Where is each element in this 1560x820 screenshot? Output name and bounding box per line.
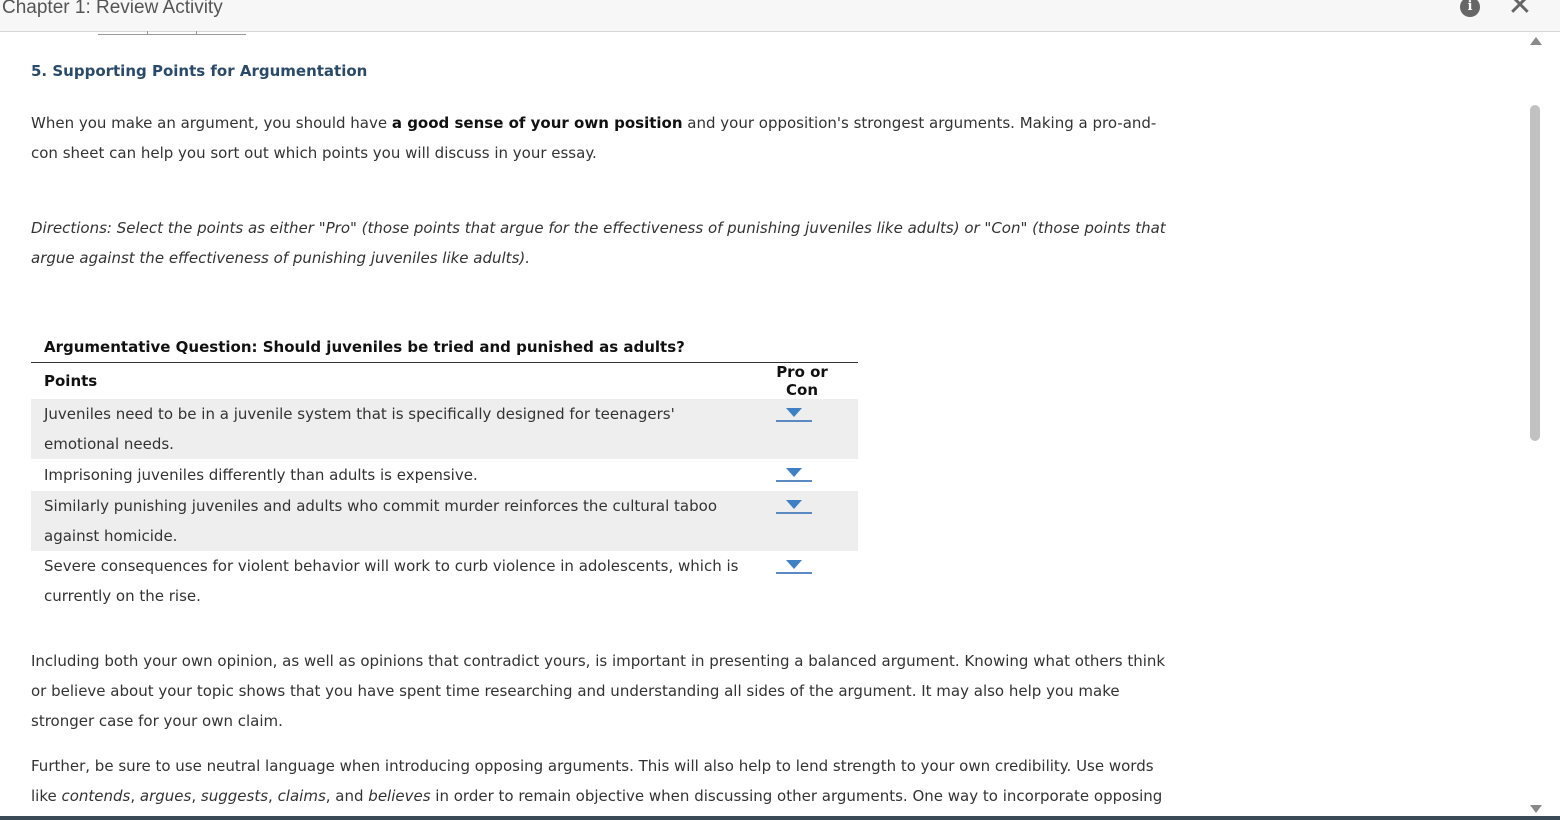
pro-con-table: Argumentative Question: Should juveniles… xyxy=(31,334,858,611)
table-row: Severe consequences for violent behavior… xyxy=(31,551,858,611)
pro-con-dropdown[interactable] xyxy=(776,464,812,482)
column-header-pro-or-con: Pro or Con xyxy=(776,363,828,399)
pro-con-dropdown[interactable] xyxy=(776,404,812,422)
tab-strip-remnant xyxy=(98,31,246,35)
intro-paragraph: When you make an argument, you should ha… xyxy=(31,108,1181,168)
point-text: Severe consequences for violent behavior… xyxy=(44,557,739,605)
balanced-argument-paragraph: Including both your own opinion, as well… xyxy=(31,652,1166,730)
info-icon[interactable]: i xyxy=(1460,0,1480,17)
point-text: Imprisoning juveniles differently than a… xyxy=(44,466,478,484)
table-row: Juveniles need to be in a juvenile syste… xyxy=(31,399,858,459)
table-row: Imprisoning juveniles differently than a… xyxy=(31,459,858,491)
vertical-scrollbar[interactable] xyxy=(1527,32,1544,820)
table-caption: Argumentative Question: Should juveniles… xyxy=(31,334,858,363)
keyword: suggests xyxy=(200,787,269,805)
pro-con-cell xyxy=(758,399,858,459)
bottom-border xyxy=(0,816,1560,820)
scroll-up-arrow-icon[interactable] xyxy=(1530,37,1542,45)
keyword: claims xyxy=(277,787,326,805)
separator: , xyxy=(130,787,140,805)
pro-con-cell xyxy=(758,491,858,551)
intro-text-start: When you make an argument, you should ha… xyxy=(31,114,392,132)
column-header-points: Points xyxy=(44,372,98,390)
separator: , and xyxy=(325,787,369,805)
section-title: 5. Supporting Points for Argumentation xyxy=(31,62,368,80)
pro-con-cell xyxy=(758,551,858,611)
title-bar: Chapter 1: Review Activity i ✕ xyxy=(0,0,1560,32)
separator: , xyxy=(268,787,278,805)
keyword: believes xyxy=(368,787,431,805)
separator: , xyxy=(191,787,201,805)
para-text: in order to remain objective when discus… xyxy=(430,787,1163,805)
keyword: argues xyxy=(139,787,192,805)
close-icon[interactable]: ✕ xyxy=(1506,0,1534,22)
pro-con-dropdown[interactable] xyxy=(776,496,812,514)
intro-bold-text: a good sense of your own position xyxy=(391,114,683,132)
scroll-thumb[interactable] xyxy=(1530,105,1540,441)
point-text: Juveniles need to be in a juvenile syste… xyxy=(31,399,758,459)
window-title: Chapter 1: Review Activity xyxy=(2,0,223,18)
point-text: Similarly punishing juveniles and adults… xyxy=(31,491,758,551)
neutral-language-paragraph: Further, be sure to use neutral language… xyxy=(31,751,1181,811)
pro-con-dropdown[interactable] xyxy=(776,556,812,574)
table-row: Similarly punishing juveniles and adults… xyxy=(31,491,858,551)
directions-text: Directions: Select the points as either … xyxy=(31,219,1166,267)
keyword: contends xyxy=(61,787,131,805)
scroll-down-arrow-icon[interactable] xyxy=(1530,805,1542,813)
pro-con-cell xyxy=(758,459,858,491)
